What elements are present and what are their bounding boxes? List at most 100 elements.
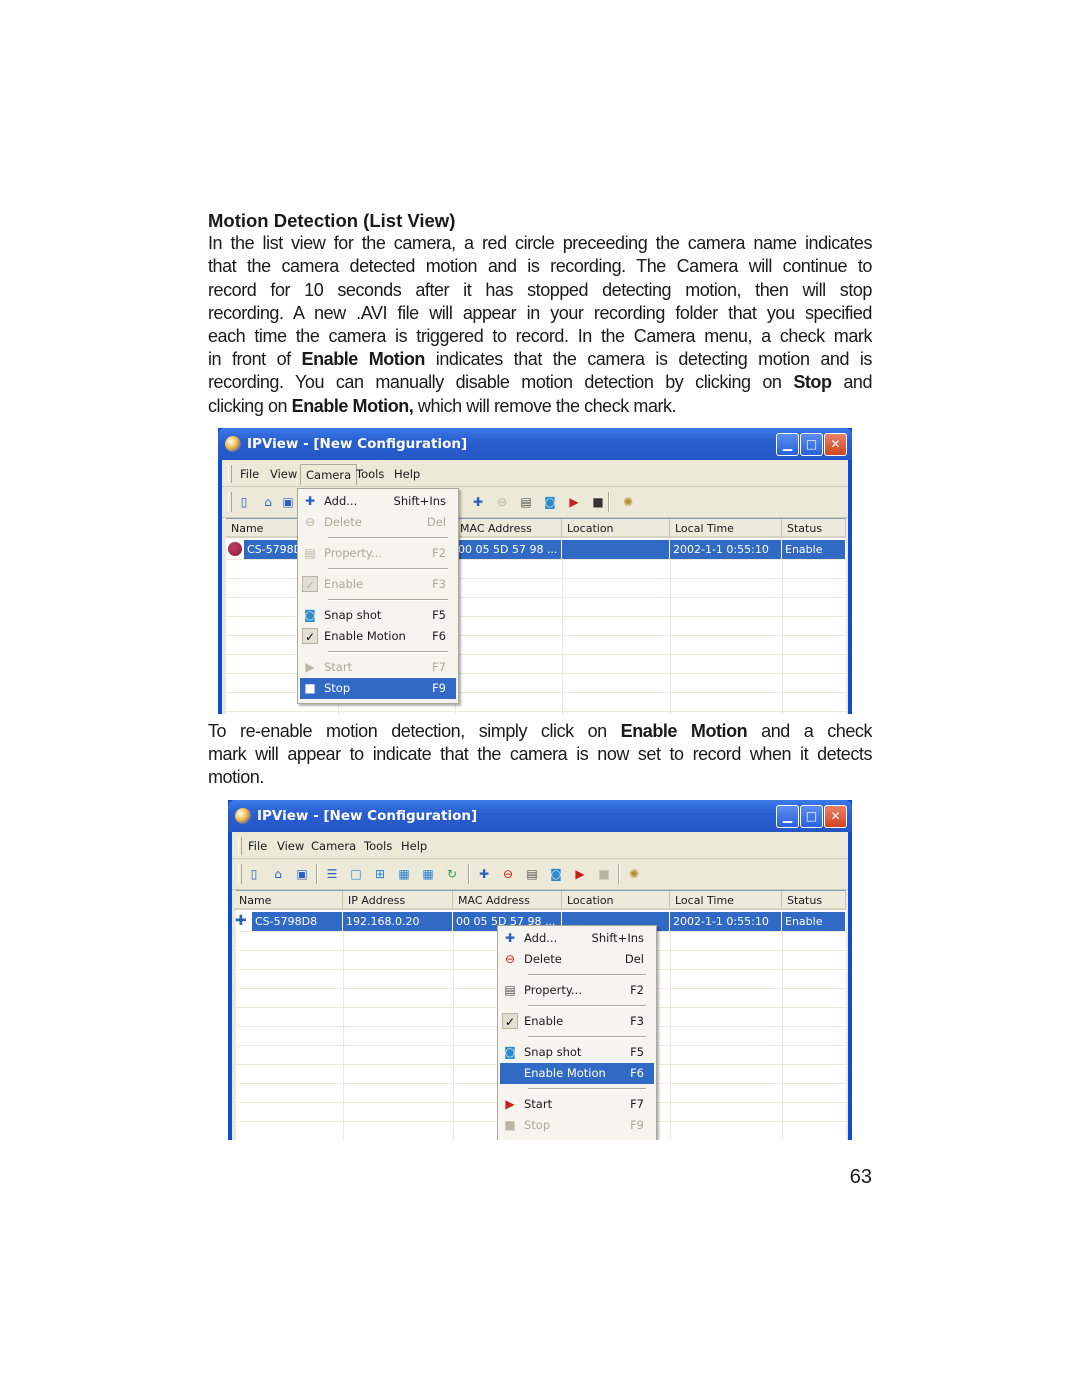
menu-item-shortcut: F5 (432, 608, 446, 622)
nine-view-icon[interactable]: ▦ (396, 866, 412, 882)
menu-item-stop[interactable]: ■ Stop F9 (500, 1115, 654, 1136)
menu-item-enable-motion[interactable]: Enable Motion F6 (500, 1063, 654, 1084)
row-cell-status[interactable]: Enable (782, 912, 846, 931)
row-cell-location[interactable] (562, 540, 670, 559)
add-camera-icon[interactable]: ✚ (470, 494, 486, 510)
menu-help[interactable]: Help (390, 466, 424, 482)
ipview-window-context-menu: IPView - [New Configuration] ▁ □ ✕ File View C… (228, 800, 852, 1140)
menu-item-snap-shot[interactable]: ◙ Snap shot F5 (300, 605, 456, 626)
menu-item-enable-motion[interactable]: ✓ Enable Motion F6 (300, 626, 456, 647)
new-icon[interactable]: ▯ (246, 866, 262, 882)
settings-icon[interactable]: ✺ (620, 494, 636, 510)
column-header-local-time[interactable]: Local Time (670, 519, 782, 538)
check-icon: ✓ (302, 576, 318, 592)
single-view-icon[interactable]: □ (348, 866, 364, 882)
close-button[interactable]: ✕ (824, 433, 847, 456)
menu-item-shortcut: F6 (630, 1066, 644, 1080)
bold-term: Enable Motion (301, 349, 426, 370)
list-view-icon[interactable]: ☰ (324, 866, 340, 882)
menu-item-start[interactable]: ▶ Start F7 (300, 657, 456, 678)
snapshot-icon[interactable]: ◙ (548, 866, 564, 882)
menu-item-enable[interactable]: ✓ Enable F3 (500, 1011, 654, 1032)
menu-item-start[interactable]: ▶ Start F7 (500, 1094, 654, 1115)
toolbar-separator (316, 864, 318, 884)
maximize-button[interactable]: □ (800, 433, 823, 456)
title-bar[interactable]: IPView - [New Configuration] ▁ □ ✕ (218, 428, 852, 460)
column-header-status[interactable]: Status (782, 519, 846, 538)
delete-camera-icon[interactable]: ⊖ (500, 866, 516, 882)
row-cell-status[interactable]: Enable (782, 540, 846, 559)
menu-camera[interactable]: Camera (300, 464, 358, 485)
refresh-icon[interactable]: ↻ (444, 866, 460, 882)
open-icon[interactable]: ⌂ (270, 866, 286, 882)
save-icon[interactable]: ▣ (280, 494, 296, 510)
start-icon[interactable]: ▶ (566, 494, 582, 510)
menu-item-label: Property... (524, 983, 582, 997)
menu-view[interactable]: View (266, 466, 301, 482)
column-header-location[interactable]: Location (562, 891, 670, 910)
close-button[interactable]: ✕ (824, 805, 847, 828)
menu-item-label: Property... (324, 546, 382, 560)
column-header-location[interactable]: Location (562, 519, 670, 538)
column-header-name[interactable]: Name (234, 891, 343, 910)
text-line: motion. (208, 766, 872, 789)
menu-tools[interactable]: Tools (360, 838, 396, 854)
row-cell-name[interactable]: CS-5798D8 (252, 912, 343, 931)
property-icon[interactable]: ▤ (524, 866, 540, 882)
delete-camera-icon[interactable]: ⊖ (494, 494, 510, 510)
menu-item-property[interactable]: ▤ Property... F2 (300, 543, 456, 564)
menu-help[interactable]: Help (397, 838, 431, 854)
start-icon[interactable]: ▶ (572, 866, 588, 882)
minimize-button[interactable]: ▁ (776, 805, 799, 828)
paragraph-intro: In the list view for the camera, a red c… (208, 232, 872, 418)
stop-icon[interactable]: ■ (596, 866, 612, 882)
menu-separator (328, 537, 448, 539)
menu-item-shortcut: Del (426, 515, 446, 529)
menu-item-delete[interactable]: ⊖ Delete Del (300, 512, 456, 533)
menu-file[interactable]: File (244, 838, 271, 854)
menu-item-enable[interactable]: ✓ Enable F3 (300, 574, 456, 595)
open-icon[interactable]: ⌂ (260, 494, 276, 510)
title-bar[interactable]: IPView - [New Configuration] ▁ □ ✕ (228, 800, 852, 832)
menu-item-property[interactable]: ▤ Property... F2 (500, 980, 654, 1001)
property-icon[interactable]: ▤ (518, 494, 534, 510)
stop-icon[interactable]: ■ (590, 494, 606, 510)
quad-view-icon[interactable]: ⊞ (372, 866, 388, 882)
row-cell-time[interactable]: 2002-1-1 0:55:10 (670, 540, 782, 559)
column-header-local-time[interactable]: Local Time (670, 891, 782, 910)
text-line: In the list view for the camera, a red c… (208, 232, 872, 255)
menu-separator (328, 568, 448, 570)
menu-tools[interactable]: Tools (352, 466, 388, 482)
grid-line (226, 711, 846, 712)
add-camera-icon[interactable]: ✚ (476, 866, 492, 882)
text-run: mark will appear to indicate that the ca… (208, 744, 872, 765)
menu-item-add[interactable]: ✚ Add... Shift+Ins (300, 491, 456, 512)
column-header-mac-address[interactable]: MAC Address (453, 891, 562, 910)
sixteen-view-icon[interactable]: ▦ (420, 866, 436, 882)
menu-item-add[interactable]: ✚ Add... Shift+Ins (500, 928, 654, 949)
new-icon[interactable]: ▯ (236, 494, 252, 510)
menu-item-stop[interactable]: ■ Stop F9 (300, 678, 456, 699)
snapshot-icon[interactable]: ◙ (542, 494, 558, 510)
save-icon[interactable]: ▣ (294, 866, 310, 882)
row-cell-ip[interactable]: 192.168.0.20 (343, 912, 453, 931)
maximize-button[interactable]: □ (800, 805, 823, 828)
menu-item-shortcut: F7 (432, 660, 446, 674)
menu-item-delete[interactable]: ⊖ Delete Del (500, 949, 654, 970)
menu-item-label: Start (324, 660, 353, 674)
row-cell-time[interactable]: 2002-1-1 0:55:10 (670, 912, 782, 931)
settings-icon[interactable]: ✺ (626, 866, 642, 882)
menu-view[interactable]: View (273, 838, 308, 854)
menu-item-shortcut: F9 (432, 681, 446, 695)
column-header-mac-address[interactable]: MAC Address (455, 519, 562, 538)
menu-file[interactable]: File (236, 466, 263, 482)
row-cell-mac[interactable]: 00 05 5D 57 98 ... (455, 540, 562, 559)
app-icon (225, 436, 241, 452)
menu-camera[interactable]: Camera (307, 838, 360, 854)
menu-item-snap-shot[interactable]: ◙ Snap shot F5 (500, 1042, 654, 1063)
text-run: To re-enable motion detection, simply cl… (208, 721, 621, 741)
column-header-ip-address[interactable]: IP Address (343, 891, 453, 910)
minimize-button[interactable]: ▁ (776, 433, 799, 456)
column-header-status[interactable]: Status (782, 891, 846, 910)
bold-term: Enable Motion (620, 721, 748, 741)
